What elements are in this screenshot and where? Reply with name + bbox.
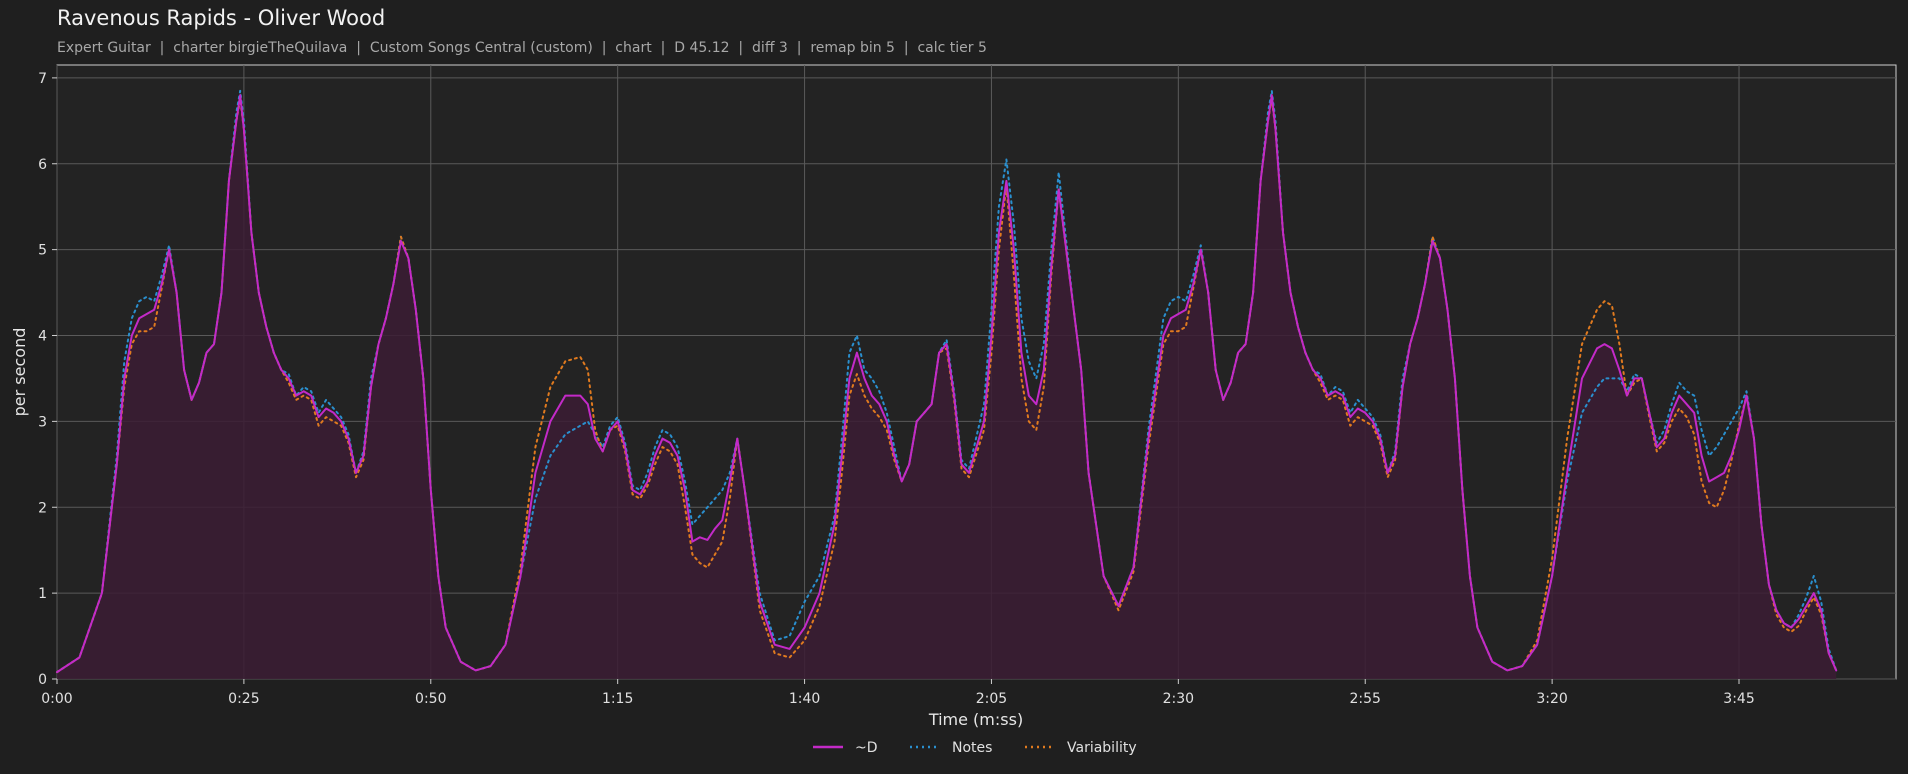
legend-item: Notes [910, 740, 992, 756]
legend-item: Variability [1025, 740, 1137, 756]
x-tick-label: 1:40 [789, 691, 820, 707]
x-axis: 0:00 0:25 0:50 1:15 1:40 2:05 2:30 2:55 3:20 3:45 [41, 679, 1755, 707]
y-axis-label: per second [10, 328, 29, 417]
legend-label: ~D [855, 740, 878, 756]
legend-label: Notes [952, 740, 992, 756]
legend-label: Variability [1067, 740, 1137, 756]
y-tick-label: 2 [38, 500, 47, 516]
x-tick-label: 0:25 [228, 691, 259, 707]
line-chart: 0:00 0:25 0:50 1:15 1:40 2:05 2:30 2:55 3:20 3:45… [10, 64, 1897, 756]
legend: ~D Notes Variability [813, 740, 1137, 756]
y-tick-label: 5 [38, 243, 47, 259]
x-tick-label: 1:15 [602, 691, 633, 707]
x-tick-label: 2:30 [1163, 691, 1194, 707]
x-axis-label: Time (m:ss) [928, 710, 1023, 729]
x-tick-label: 0:00 [41, 691, 72, 707]
y-tick-label: 1 [38, 586, 47, 602]
x-tick-label: 2:55 [1350, 691, 1381, 707]
x-tick-label: 0:50 [415, 691, 446, 707]
legend-item: ~D [813, 740, 878, 756]
y-tick-label: 3 [38, 414, 47, 430]
x-tick-label: 3:45 [1723, 691, 1754, 707]
y-axis: 0 1 2 3 4 5 6 7 [38, 71, 57, 688]
y-tick-label: 6 [38, 157, 47, 173]
y-tick-label: 4 [38, 329, 47, 345]
y-tick-label: 0 [38, 672, 47, 688]
y-tick-label: 7 [38, 71, 47, 87]
x-tick-label: 3:20 [1536, 691, 1567, 707]
x-tick-label: 2:05 [976, 691, 1007, 707]
